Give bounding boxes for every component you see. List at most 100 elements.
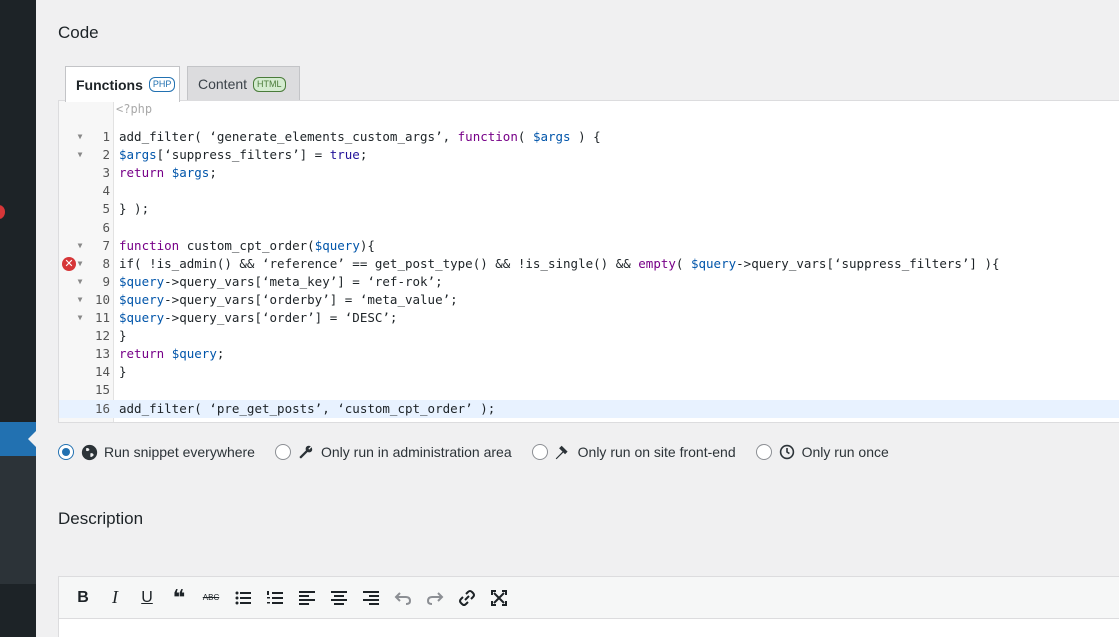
html-badge: HTML — [253, 76, 286, 92]
code-line[interactable]: 12} — [59, 327, 1119, 345]
hammer-icon — [554, 443, 572, 461]
code-text: add_filter( ‘generate_elements_custom_ar… — [119, 129, 601, 144]
fullscreen-icon — [491, 589, 507, 606]
code-line[interactable]: 4 — [59, 182, 1119, 200]
line-number: 7 — [102, 237, 110, 253]
code-line[interactable]: 14} — [59, 363, 1119, 381]
numbered-list-button[interactable] — [259, 582, 291, 614]
insert-link-button[interactable] — [451, 582, 483, 614]
line-number: 4 — [102, 183, 110, 199]
description-section-title: Description — [58, 509, 144, 528]
link-icon — [459, 589, 475, 606]
scope-single-use[interactable]: Only run once — [755, 443, 889, 461]
error-icon[interactable]: ✕ — [62, 256, 76, 271]
tab-functions[interactable]: Functions PHP — [65, 66, 180, 102]
tab-content[interactable]: Content HTML — [187, 66, 300, 101]
italic-icon: I — [112, 587, 118, 607]
code-line[interactable]: 15 — [59, 381, 1119, 399]
scope-global-label: Run snippet everywhere — [104, 444, 255, 460]
code-text: $query->query_vars[‘orderby’] = ‘meta_va… — [119, 291, 458, 307]
fullscreen-button[interactable] — [483, 582, 515, 614]
scope-single-use-label: Only run once — [801, 444, 889, 460]
code-text: } — [119, 328, 127, 344]
code-line[interactable]: ▼ 7 function custom_cpt_order($query){ — [59, 237, 1119, 255]
italic-button[interactable]: I — [99, 582, 131, 614]
line-number: 2 — [102, 147, 110, 163]
align-center-icon — [331, 590, 347, 605]
line-number: 12 — [94, 328, 110, 344]
line-number: 16 — [94, 400, 110, 416]
scope-admin[interactable]: Only run in administration area — [274, 443, 512, 461]
scope-front-end[interactable]: Only run on site front-end — [531, 443, 736, 461]
sidebar-submenu — [0, 456, 36, 584]
description-editor-body[interactable] — [58, 619, 1119, 637]
sidebar-current-arrow — [28, 431, 36, 447]
scope-front-end-radio[interactable] — [531, 444, 548, 460]
php-badge: PHP — [148, 77, 176, 92]
align-right-button[interactable] — [355, 582, 387, 614]
scope-admin-radio[interactable] — [274, 444, 291, 460]
clock-icon — [778, 443, 796, 461]
line-number: 13 — [94, 346, 110, 362]
scope-global-radio[interactable] — [58, 444, 74, 460]
code-line[interactable]: 3 return $args; — [59, 164, 1119, 182]
code-line[interactable]: 5} ); — [59, 200, 1119, 218]
tab-content-label: Content — [198, 76, 248, 92]
underline-button[interactable]: U — [131, 582, 163, 614]
code-line[interactable]: ▼ 1 add_filter( ‘generate_elements_custom_… — [59, 128, 1119, 146]
code-line[interactable]: 16 add_filter( ‘pre_get_posts’, ‘custom_c… — [59, 399, 1119, 418]
bold-icon: B — [77, 588, 89, 606]
line-number: 3 — [102, 165, 110, 181]
blockquote-button[interactable]: ❝ — [163, 582, 195, 614]
redo-button[interactable] — [419, 582, 451, 614]
undo-button[interactable] — [387, 582, 419, 614]
fold-arrow-icon[interactable]: ▼ — [75, 291, 85, 309]
fold-arrow-icon[interactable]: ▼ — [75, 273, 85, 291]
description-editor-toolbar: B I U ❝ ABC — [58, 576, 1119, 619]
line-number: 9 — [102, 273, 110, 289]
tab-functions-label: Functions — [76, 76, 143, 93]
bold-button[interactable]: B — [67, 582, 99, 614]
scope-global[interactable]: Run snippet everywhere — [58, 443, 255, 461]
notification-dot — [0, 205, 5, 219]
code-line[interactable]: ▼ 11 $query->query_vars[‘order’] = ‘DESC’; — [59, 309, 1119, 327]
admin-sidebar — [0, 0, 36, 637]
php-open-tag: <?php — [116, 102, 153, 116]
align-center-button[interactable] — [323, 582, 355, 614]
code-text: return $query; — [119, 346, 225, 362]
strikethrough-icon: ABC — [202, 593, 220, 602]
code-line[interactable]: 13 return $query; — [59, 345, 1119, 363]
code-text: return $args; — [119, 165, 217, 181]
globe-icon — [80, 443, 98, 461]
bullet-list-button[interactable] — [227, 582, 259, 614]
fold-arrow-icon[interactable]: ▼ — [75, 309, 85, 327]
line-number: 1 — [102, 129, 110, 144]
code-line[interactable]: ✕ ▼ 8 if( !is_admin() && ‘reference’ == get… — [59, 255, 1119, 273]
line-number: 11 — [94, 310, 110, 325]
code-line[interactable]: 6 — [59, 219, 1119, 237]
code-line[interactable]: ▼ 10 $query->query_vars[‘orderby’] = ‘meta… — [59, 291, 1119, 309]
wrench-icon — [297, 443, 315, 461]
scope-admin-label: Only run in administration area — [320, 444, 512, 460]
fold-arrow-icon[interactable]: ▼ — [75, 128, 85, 146]
code-text: if( !is_admin() && ‘reference’ == get_po… — [119, 255, 1000, 271]
code-line[interactable]: ▼ 9 $query->query_vars[‘meta_key’] = ‘ref-… — [59, 273, 1119, 291]
code-text: add_filter( ‘pre_get_posts’, ‘custom_cpt… — [119, 400, 496, 416]
strikethrough-button[interactable]: ABC — [195, 582, 227, 614]
code-text: $query->query_vars[‘meta_key’] = ‘ref-ro… — [119, 273, 443, 289]
numbered-list-icon — [267, 590, 283, 604]
fold-arrow-icon[interactable]: ▼ — [75, 255, 85, 273]
code-editor[interactable]: <?php ▼ 1 add_filter( ‘generate_elements_c… — [58, 100, 1119, 423]
code-text: function custom_cpt_order($query){ — [119, 237, 375, 253]
code-line[interactable]: ▼ 2 $args[‘suppress_filters’] = true; — [59, 146, 1119, 164]
code-text: } — [119, 364, 127, 380]
fold-arrow-icon[interactable]: ▼ — [75, 146, 85, 164]
code-section-title: Code — [58, 23, 99, 42]
fold-arrow-icon[interactable]: ▼ — [75, 237, 85, 255]
redo-icon — [426, 591, 444, 605]
scope-single-use-radio[interactable] — [755, 444, 772, 460]
line-number: 10 — [94, 291, 110, 307]
snippet-scope-options: Run snippet everywhere Only run in admin… — [58, 443, 909, 461]
align-left-button[interactable] — [291, 582, 323, 614]
blockquote-icon: ❝ — [172, 584, 186, 610]
